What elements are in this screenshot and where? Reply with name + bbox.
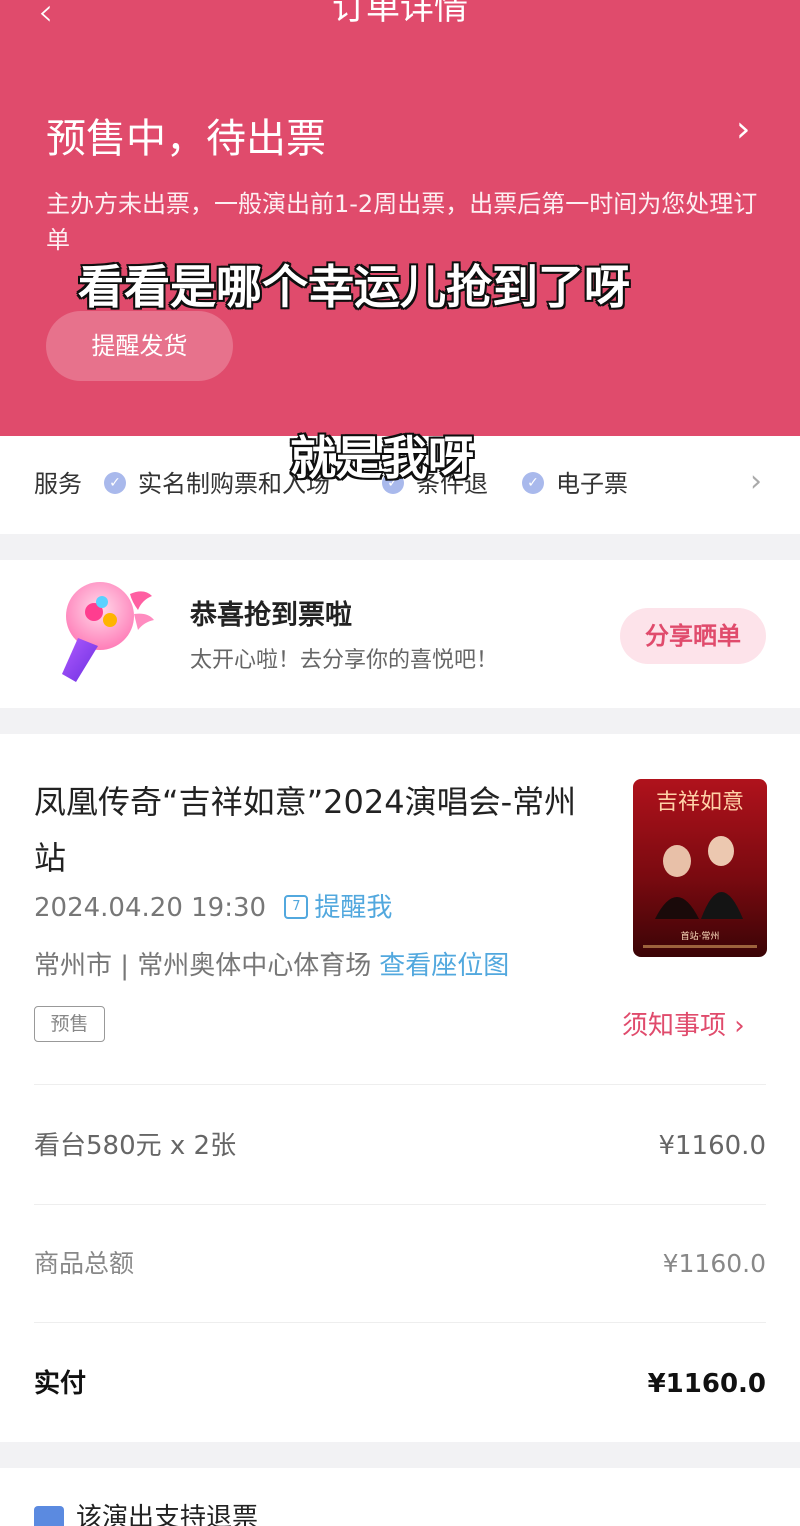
refund-support-row[interactable]: 该演出支持退票 <box>0 1468 800 1526</box>
subtotal-value: ¥1160.0 <box>662 1249 766 1278</box>
page-title: 订单详情 <box>332 0 468 28</box>
ticket-label: 看台580元 x 2张 <box>34 1131 237 1161</box>
seat-map-link[interactable]: 查看座位图 <box>379 951 509 981</box>
chevron-right-icon: › <box>734 1011 745 1041</box>
divider <box>34 1204 766 1205</box>
order-status[interactable]: 预售中，待出票 <box>46 112 326 166</box>
check-icon: ✓ <box>522 472 544 494</box>
status-description: 主办方未出票，一般演出前1-2周出票，出票后第一时间为您处理订单 <box>46 190 758 254</box>
subtotal-label: 商品总额 <box>34 1249 135 1278</box>
service-label: 服务 <box>34 470 82 498</box>
presale-tag: 预售 <box>34 1006 105 1042</box>
refund-icon <box>34 1506 64 1526</box>
divider <box>34 1084 766 1085</box>
divider <box>34 1322 766 1323</box>
event-poster[interactable]: 吉祥如意 首站·常州 <box>633 779 767 957</box>
congrats-subtitle: 太开心啦！去分享你的喜悦吧！ <box>190 648 499 673</box>
event-card: 凤凰传奇“吉祥如意”2024演唱会-常州站 2024.04.20 19:30 7… <box>0 734 800 1442</box>
congrats-title: 恭喜抢到票啦 <box>190 600 352 631</box>
check-icon: ✓ <box>104 472 126 494</box>
paid-value: ¥1160.0 <box>647 1369 766 1399</box>
chevron-right-icon: › <box>750 464 762 499</box>
event-venue: 常州市 | 常州奥体中心体育场 查看座位图 <box>34 951 510 981</box>
calendar-icon[interactable]: 7 <box>284 894 309 919</box>
light-stick-icon <box>62 582 154 682</box>
paid-label: 实付 <box>34 1369 87 1399</box>
service-item-e-ticket: ✓ 电子票 <box>522 466 628 502</box>
chevron-right-icon[interactable]: › <box>736 108 750 152</box>
caption-line-1: 看看是哪个幸运儿抢到了呀 <box>77 259 632 316</box>
event-datetime: 2024.04.20 19:30 7 提醒我 <box>34 893 393 923</box>
svg-text:吉祥如意: 吉祥如意 <box>656 790 744 815</box>
ticket-value: ¥1160.0 <box>658 1131 766 1161</box>
svg-text:首站·常州: 首站·常州 <box>681 930 720 942</box>
caption-line-2: 就是我呀 <box>289 430 476 487</box>
congrats-card: 恭喜抢到票啦 太开心啦！去分享你的喜悦吧！ 分享晒单 <box>0 560 800 708</box>
notice-link[interactable]: 须知事项 › <box>622 1008 745 1044</box>
refund-text: 该演出支持退票 <box>76 1503 259 1526</box>
remind-me-link[interactable]: 提醒我 <box>314 893 392 923</box>
event-name[interactable]: 凤凰传奇“吉祥如意”2024演唱会-常州站 <box>34 774 594 886</box>
order-status-header: ‹ 订单详情 预售中，待出票 › 主办方未出票，一般演出前1-2周出票，出票后第… <box>0 0 800 436</box>
share-button[interactable]: 分享晒单 <box>620 608 766 664</box>
